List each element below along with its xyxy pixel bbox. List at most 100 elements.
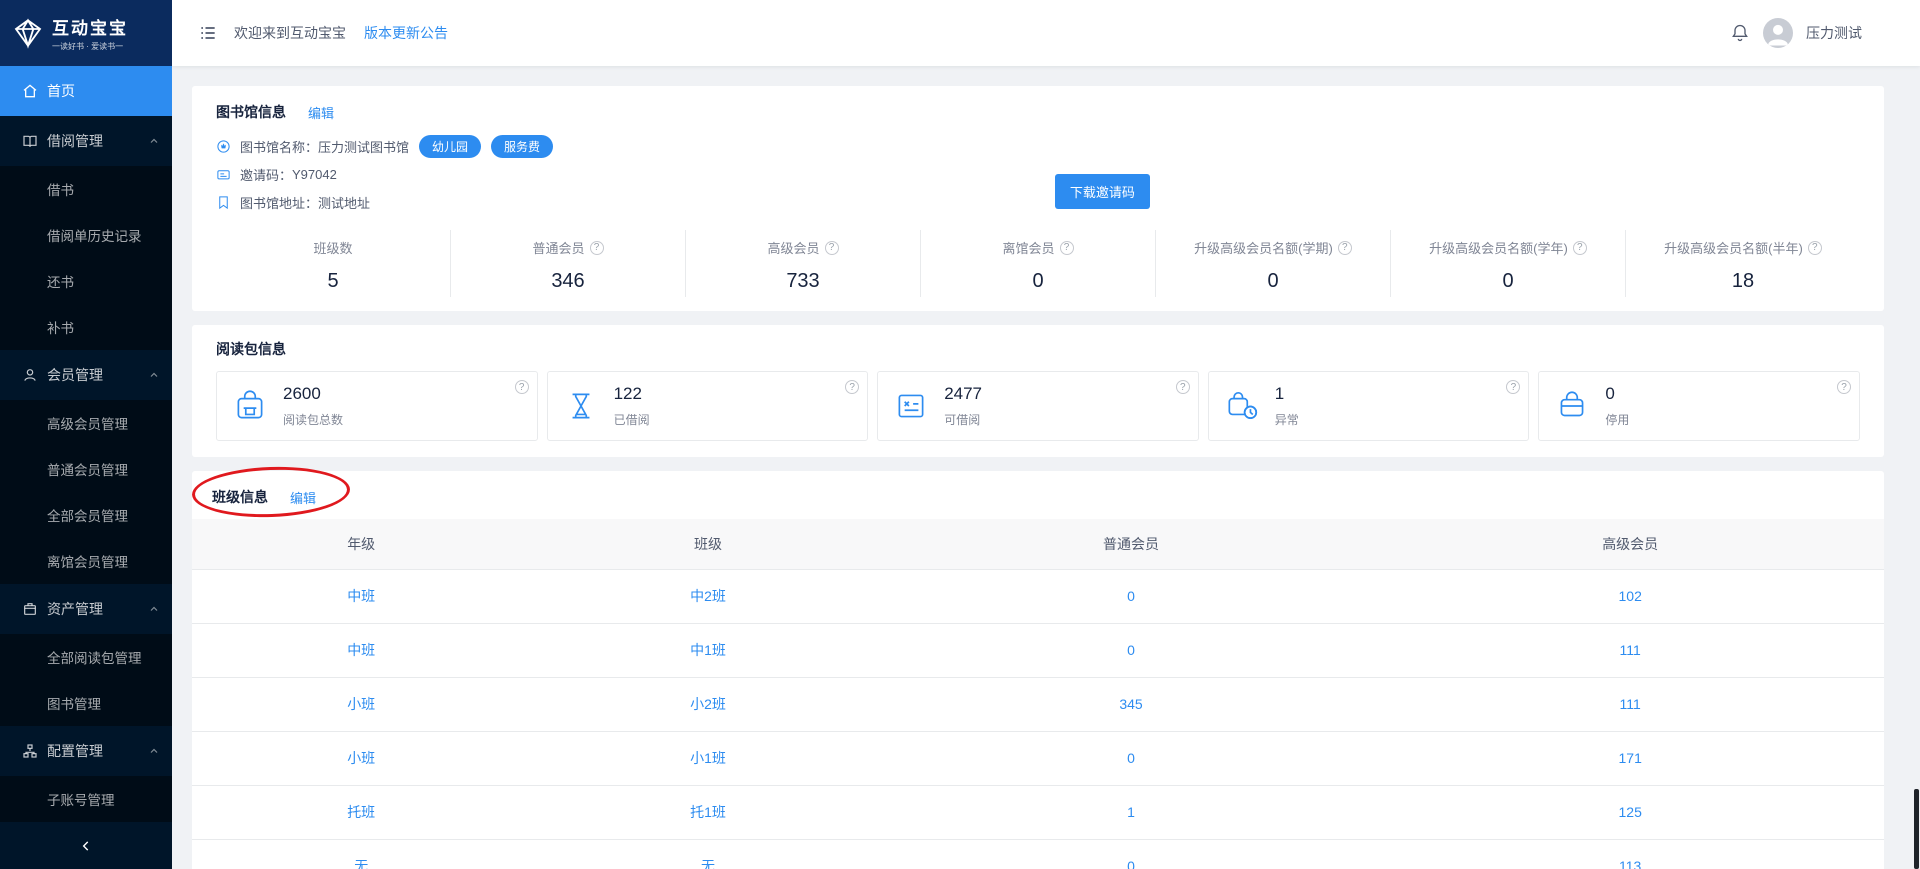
pkg-value: 2600 — [283, 384, 321, 403]
sidebar-item-all-reading-packages[interactable]: 全部阅读包管理 — [0, 634, 172, 680]
reading-card-title: 阅读包信息 — [216, 341, 286, 357]
cell-premium-count[interactable]: 113 — [1376, 839, 1884, 869]
cell-regular-count[interactable]: 0 — [885, 569, 1377, 624]
notification-bell-icon[interactable] — [1730, 23, 1750, 43]
pkg-value: 1 — [1274, 384, 1285, 403]
cell-class[interactable]: 小2班 — [530, 677, 886, 732]
sidebar-item-borrow-book[interactable]: 借书 — [0, 166, 172, 212]
cell-premium-count[interactable]: 111 — [1376, 677, 1884, 732]
cell-grade[interactable]: 中班 — [192, 623, 531, 678]
col-header-grade: 年级 — [192, 519, 531, 570]
help-icon[interactable] — [589, 240, 604, 255]
cell-grade[interactable]: 小班 — [192, 677, 531, 732]
sidebar-item-regular-members[interactable]: 普通会员管理 — [0, 446, 172, 492]
sidebar-item-departed-members[interactable]: 离馆会员管理 — [0, 538, 172, 584]
sidebar-group-borrow-management[interactable]: 借阅管理 — [0, 116, 172, 166]
cell-regular-count[interactable]: 0 — [885, 839, 1377, 869]
sidebar-item-label: 首页 — [47, 83, 75, 99]
stat-upgrade-quota-semester: 升级高级会员名额(学期) 0 — [1156, 230, 1391, 297]
pkg-value: 2477 — [944, 384, 983, 403]
library-edit-link[interactable]: 编辑 — [308, 103, 334, 122]
stat-value: 5 — [327, 270, 339, 292]
cell-grade[interactable]: 托班 — [192, 785, 531, 840]
sidebar-item-premium-members[interactable]: 高级会员管理 — [0, 400, 172, 446]
help-icon[interactable] — [1506, 380, 1521, 394]
box-icon — [22, 601, 38, 617]
stat-class-count: 班级数 5 — [216, 230, 451, 297]
sidebar-item-subaccount-management[interactable]: 子账号管理 — [0, 776, 172, 822]
help-icon[interactable] — [845, 380, 860, 394]
sidebar-item-replenish-book[interactable]: 补书 — [0, 304, 172, 350]
sidebar-group-label: 资产管理 — [47, 601, 103, 617]
user-avatar[interactable] — [1763, 18, 1793, 48]
help-icon[interactable] — [1836, 380, 1851, 394]
scrollbar-thumb[interactable] — [1914, 789, 1919, 869]
app-logo: 互动宝宝 一读好书 · 爱读书一 — [0, 0, 172, 66]
welcome-text: 欢迎来到互动宝宝 — [234, 25, 346, 41]
invite-code-row: 邀请码： Y97042 — [216, 160, 1860, 188]
sidebar-item-home[interactable]: 首页 — [0, 66, 172, 116]
stat-upgrade-quota-schoolyear: 升级高级会员名额(学年) 0 — [1391, 230, 1626, 297]
invite-code-label: 邀请码： — [240, 167, 293, 183]
col-header-class: 班级 — [530, 519, 886, 570]
help-icon[interactable] — [824, 240, 839, 255]
sidebar-item-return-book[interactable]: 还书 — [0, 258, 172, 304]
cell-premium-count[interactable]: 171 — [1376, 731, 1884, 786]
sidebar-group-member-management[interactable]: 会员管理 — [0, 350, 172, 400]
sidebar: 互动宝宝 一读好书 · 爱读书一 首页 借阅管理 借书 借阅单历史记录 还书 补… — [0, 0, 172, 869]
username-text[interactable]: 压力测试 — [1806, 23, 1862, 43]
pkg-label: 可借阅 — [944, 413, 981, 427]
library-stats-row: 班级数 5 普通会员 346 高级会员 733 离馆会员 0 升级高级会员名额(… — [216, 230, 1860, 297]
cell-premium-count[interactable]: 102 — [1376, 569, 1884, 624]
cell-premium-count[interactable]: 111 — [1376, 623, 1884, 678]
help-icon[interactable] — [514, 380, 529, 394]
help-icon[interactable] — [1175, 380, 1190, 394]
home-icon — [22, 83, 38, 99]
backpack-icon — [231, 387, 269, 425]
open-book-icon — [22, 133, 38, 149]
cell-class[interactable]: 小1班 — [530, 731, 886, 786]
download-invite-code-button[interactable]: 下载邀请码 — [1054, 174, 1150, 209]
help-icon[interactable] — [1059, 240, 1074, 255]
sidebar-group-config-management[interactable]: 配置管理 — [0, 726, 172, 776]
library-name-label: 图书馆名称： — [240, 139, 319, 155]
sidebar-item-all-members[interactable]: 全部会员管理 — [0, 492, 172, 538]
cell-regular-count[interactable]: 0 — [885, 623, 1377, 678]
stat-label: 离馆会员 — [1002, 241, 1055, 256]
cell-grade[interactable]: 小班 — [192, 731, 531, 786]
cell-regular-count[interactable]: 345 — [885, 677, 1377, 732]
class-edit-link[interactable]: 编辑 — [290, 488, 316, 507]
stat-value: 18 — [1731, 270, 1755, 292]
stat-label: 班级数 — [313, 241, 353, 256]
cell-grade[interactable]: 无 — [192, 839, 531, 869]
table-row: 小班 小1班 0 171 — [192, 731, 1884, 786]
help-icon[interactable] — [1337, 240, 1352, 255]
cell-regular-count[interactable]: 0 — [885, 731, 1377, 786]
table-row: 无 无 0 113 — [192, 839, 1884, 869]
pkg-total-box: 2600 阅读包总数 — [216, 371, 538, 441]
cell-grade[interactable]: 中班 — [192, 569, 531, 624]
library-info-card: 图书馆信息 编辑 图书馆名称： 压力测试图书馆 幼儿园 服务费 邀请码： Y97… — [192, 86, 1884, 311]
stat-label: 高级会员 — [767, 241, 820, 256]
sidebar-item-book-management[interactable]: 图书管理 — [0, 680, 172, 726]
cell-class[interactable]: 中2班 — [530, 569, 886, 624]
sidebar-collapse-button[interactable] — [0, 822, 172, 869]
cell-class[interactable]: 中1班 — [530, 623, 886, 678]
cell-class[interactable]: 无 — [530, 839, 886, 869]
sidebar-group-label: 配置管理 — [47, 743, 103, 759]
version-announcement-link[interactable]: 版本更新公告 — [364, 23, 448, 43]
cell-class[interactable]: 托1班 — [530, 785, 886, 840]
sidebar-group-asset-management[interactable]: 资产管理 — [0, 584, 172, 634]
help-icon[interactable] — [1572, 240, 1587, 255]
reading-package-card: 阅读包信息 2600 阅读包总数 ? 122 已借阅 ? 2477 可借阅 ? … — [192, 325, 1884, 457]
class-info-card: 班级信息 编辑 年级 班级 普通会员 高级会员 中班 中2班 0 102 中班 … — [192, 471, 1884, 869]
top-header: 欢迎来到互动宝宝 版本更新公告 压力测试 — [172, 0, 1920, 66]
table-row: 小班 小2班 345 111 — [192, 677, 1884, 732]
sidebar-item-borrow-history[interactable]: 借阅单历史记录 — [0, 212, 172, 258]
reading-stats-row: 2600 阅读包总数 122 已借阅 — [216, 371, 1860, 441]
cell-premium-count[interactable]: 125 — [1376, 785, 1884, 840]
help-icon[interactable] — [1807, 240, 1822, 255]
class-table: 年级 班级 普通会员 高级会员 中班 中2班 0 102 中班 中1班 0 11… — [192, 519, 1884, 869]
cell-regular-count[interactable]: 1 — [885, 785, 1377, 840]
menu-list-icon[interactable] — [198, 23, 218, 43]
